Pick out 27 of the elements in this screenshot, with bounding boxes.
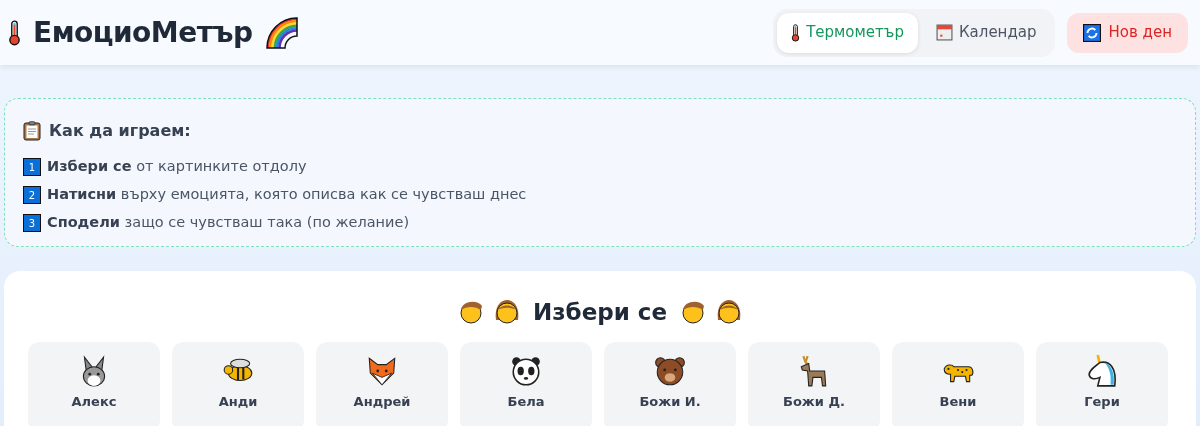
unicorn-icon [1085,353,1119,388]
step-text: Избери се от картинките отдолу [47,157,307,177]
thermometer-icon [791,23,801,42]
new-day-button[interactable]: Нов ден [1066,12,1188,53]
step-number: 1 [23,158,41,176]
person-tile[interactable]: Гери [1036,341,1168,426]
step-number: 3 [23,214,41,232]
step-number: 2 [23,186,41,204]
person-tile[interactable]: Алекс [28,341,160,426]
refresh-icon [1082,23,1101,42]
picker-title: Избери се [531,298,669,327]
instructions-title: Как да играем: [49,120,191,142]
view-tab[interactable]: Термометър [777,12,918,53]
calendar-icon [935,24,953,41]
person-tile[interactable]: Божи И. [604,341,736,426]
person-tile[interactable]: Божи Д. [748,341,880,426]
person-tile[interactable]: Андрей [316,341,448,426]
step-text: Сподели защо се чувстваш така (по желание) [47,213,410,233]
step-text: Натисни върху емоцията, която описва как се чувстваш днес [47,185,527,205]
rainbow-icon [264,15,299,50]
app-title: ЕмоциоМетър [33,14,253,51]
person-tile[interactable]: Анди [172,341,304,426]
person-tile[interactable]: Бела [460,341,592,426]
clipboard-icon [23,121,41,141]
view-tab[interactable]: Календар [921,12,1051,53]
person-tile[interactable]: Вени [892,341,1024,426]
thermometer-icon [8,19,21,46]
